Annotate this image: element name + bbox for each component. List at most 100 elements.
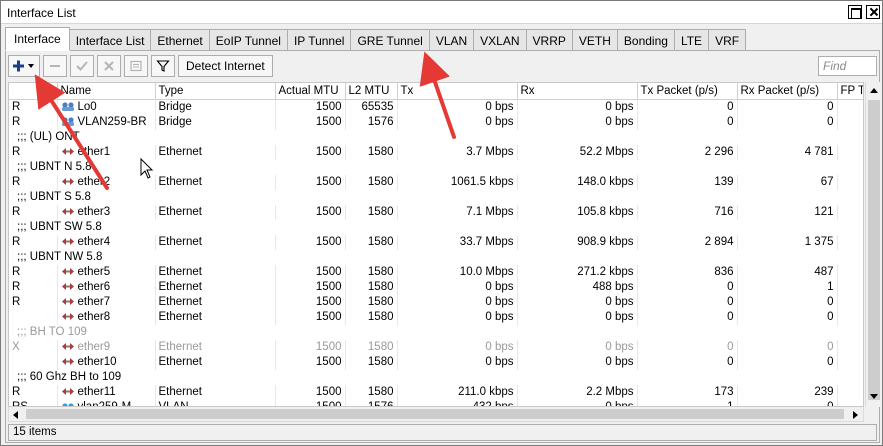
table-row[interactable]: Xether9 Ethernet 1500 1580 0 bps 0 bps 0 0 bbox=[9, 339, 863, 355]
tab-bonding[interactable]: Bonding bbox=[617, 29, 675, 51]
rx-packet-cell: 0 bbox=[737, 99, 838, 115]
l2-mtu-cell: 65535 bbox=[345, 99, 398, 115]
tab-vxlan[interactable]: VXLAN bbox=[474, 29, 527, 51]
close-button[interactable] bbox=[866, 5, 880, 19]
comment-text: ;;; UBNT S 5.8 bbox=[9, 189, 863, 205]
name-cell: ether8 bbox=[57, 309, 156, 325]
column-header[interactable]: FP Tx bbox=[837, 83, 863, 100]
column-header[interactable]: Actual MTU bbox=[275, 83, 346, 100]
fp-tx-cell bbox=[837, 264, 863, 280]
column-header[interactable]: Name bbox=[57, 83, 156, 100]
tab-interface-list[interactable]: Interface List bbox=[69, 29, 152, 51]
interface-name: ether10 bbox=[77, 355, 117, 368]
detect-internet-button[interactable]: Detect Internet bbox=[178, 55, 273, 77]
type-cell: Ethernet bbox=[155, 234, 276, 250]
fp-tx-cell bbox=[837, 339, 863, 355]
add-button[interactable] bbox=[8, 55, 40, 77]
table-row[interactable]: Rether11 Ethernet 1500 1580 211.0 kbps 2.2 Mb… bbox=[9, 384, 863, 400]
comment-row[interactable]: ;;; UBNT N 5.8 bbox=[9, 159, 863, 175]
tab-vrrp[interactable]: VRRP bbox=[526, 29, 573, 51]
tx-packet-cell: 2 296 bbox=[637, 144, 738, 160]
table-row[interactable]: R VLAN259-BR Bridge 1500 1576 0 bps 0 bps 0 0 bbox=[9, 114, 863, 130]
comment-row[interactable]: ;;; UBNT S 5.8 bbox=[9, 189, 863, 205]
actual-mtu-cell: 1500 bbox=[275, 399, 346, 406]
table-row[interactable]: RS vlan259-M... VLAN 1500 1576 432 bps 0 bps 1 0 bbox=[9, 399, 863, 406]
actual-mtu-cell: 1500 bbox=[275, 144, 346, 160]
rx-cell: 488 bps bbox=[517, 279, 638, 295]
tx-cell: 1061.5 kbps bbox=[397, 174, 518, 190]
column-header[interactable]: Rx bbox=[517, 83, 638, 100]
interface-panel: Detect Internet Find Name Type Actual MTU L… bbox=[5, 51, 881, 443]
rx-packet-cell: 67 bbox=[737, 174, 838, 190]
column-header[interactable]: Rx Packet (p/s) bbox=[737, 83, 838, 100]
tab-ethernet[interactable]: Ethernet bbox=[151, 29, 210, 51]
comment-row[interactable]: ;;; (UL) ONT bbox=[9, 129, 863, 145]
table-row[interactable]: Rether6 Ethernet 1500 1580 0 bps 488 bps 0 1 bbox=[9, 279, 863, 295]
flag-cell: X bbox=[9, 339, 58, 355]
disable-button[interactable] bbox=[97, 55, 121, 77]
tab-interface[interactable]: Interface bbox=[5, 27, 70, 51]
table-row[interactable]: Rether2 Ethernet 1500 1580 1061.5 kbps 148.0 … bbox=[9, 174, 863, 190]
scroll-left-icon[interactable] bbox=[13, 411, 18, 419]
rx-packet-cell: 0 bbox=[737, 354, 838, 370]
actual-mtu-cell: 1500 bbox=[275, 174, 346, 190]
horizontal-scroll-thumb[interactable] bbox=[26, 409, 844, 419]
fp-tx-cell bbox=[837, 234, 863, 250]
window-title: Interface List bbox=[7, 6, 76, 20]
column-header[interactable]: Type bbox=[155, 83, 276, 100]
table-row[interactable]: ether10 Ethernet 1500 1580 0 bps 0 bps 0 0 bbox=[9, 354, 863, 370]
tx-packet-cell: 0 bbox=[637, 114, 738, 130]
tab-veth[interactable]: VETH bbox=[572, 29, 618, 51]
comment-row[interactable]: ;;; BH TO 109 bbox=[9, 324, 863, 340]
bridge-icon bbox=[61, 102, 74, 111]
maximize-button[interactable] bbox=[848, 5, 862, 19]
type-cell: Bridge bbox=[155, 99, 276, 115]
table-row[interactable]: Rether5 Ethernet 1500 1580 10.0 Mbps 271.2 kb… bbox=[9, 264, 863, 280]
filter-button[interactable] bbox=[151, 55, 175, 77]
table-row[interactable]: Rether7 Ethernet 1500 1580 0 bps 0 bps 0 0 bbox=[9, 294, 863, 310]
table-row[interactable]: ether8 Ethernet 1500 1580 0 bps 0 bps 0 0 bbox=[9, 309, 863, 325]
comment-button[interactable] bbox=[124, 55, 148, 77]
vertical-scroll-thumb[interactable] bbox=[868, 100, 880, 400]
interface-name: ether11 bbox=[77, 385, 116, 398]
table-row[interactable]: R Lo0 Bridge 1500 65535 0 bps 0 bps 0 0 bbox=[9, 99, 863, 115]
comment-row[interactable]: ;;; UBNT SW 5.8 bbox=[9, 219, 863, 235]
column-header[interactable]: L2 MTU bbox=[345, 83, 398, 100]
rx-packet-cell: 4 781 bbox=[737, 144, 838, 160]
table-row[interactable]: Rether3 Ethernet 1500 1580 7.1 Mbps 105.8 kbp… bbox=[9, 204, 863, 220]
vertical-scrollbar[interactable] bbox=[865, 82, 881, 407]
rx-packet-cell: 239 bbox=[737, 384, 838, 400]
ethernet-icon bbox=[61, 207, 74, 215]
table-row[interactable]: Rether4 Ethernet 1500 1580 33.7 Mbps 908.9 kb… bbox=[9, 234, 863, 250]
tab-ip-tunnel[interactable]: IP Tunnel bbox=[287, 29, 352, 51]
find-input[interactable]: Find bbox=[818, 56, 877, 76]
horizontal-scrollbar[interactable] bbox=[8, 407, 864, 422]
l2-mtu-cell: 1580 bbox=[345, 204, 398, 220]
title-bar: Interface List bbox=[1, 1, 882, 24]
scroll-up-icon[interactable] bbox=[870, 88, 878, 93]
scroll-down-icon[interactable] bbox=[870, 394, 878, 399]
tab-vrf[interactable]: VRF bbox=[709, 29, 747, 51]
enable-button[interactable] bbox=[70, 55, 94, 77]
comment-row[interactable]: ;;; 60 Ghz BH to 109 bbox=[9, 369, 863, 385]
table-row[interactable]: Rether1 Ethernet 1500 1580 3.7 Mbps 52.2 Mbps… bbox=[9, 144, 863, 160]
tab-eoip-tunnel[interactable]: EoIP Tunnel bbox=[209, 29, 288, 51]
tab-vlan[interactable]: VLAN bbox=[429, 29, 475, 51]
column-header[interactable] bbox=[9, 83, 58, 100]
status-bar: 15 items bbox=[8, 424, 877, 441]
remove-button[interactable] bbox=[43, 55, 67, 77]
column-header[interactable]: Tx bbox=[397, 83, 518, 100]
name-cell: VLAN259-BR bbox=[57, 114, 156, 130]
name-cell: ether2 bbox=[57, 174, 156, 190]
column-header[interactable]: Tx Packet (p/s) bbox=[637, 83, 738, 100]
comment-row[interactable]: ;;; UBNT NW 5.8 bbox=[9, 249, 863, 265]
actual-mtu-cell: 1500 bbox=[275, 279, 346, 295]
tab-lte[interactable]: LTE bbox=[674, 29, 710, 51]
tx-cell: 0 bps bbox=[397, 309, 518, 325]
scroll-right-icon[interactable] bbox=[853, 411, 858, 419]
tx-packet-cell: 0 bbox=[637, 339, 738, 355]
actual-mtu-cell: 1500 bbox=[275, 204, 346, 220]
tx-cell: 0 bps bbox=[397, 114, 518, 130]
actual-mtu-cell: 1500 bbox=[275, 294, 346, 310]
tab-gre-tunnel[interactable]: GRE Tunnel bbox=[351, 29, 430, 51]
